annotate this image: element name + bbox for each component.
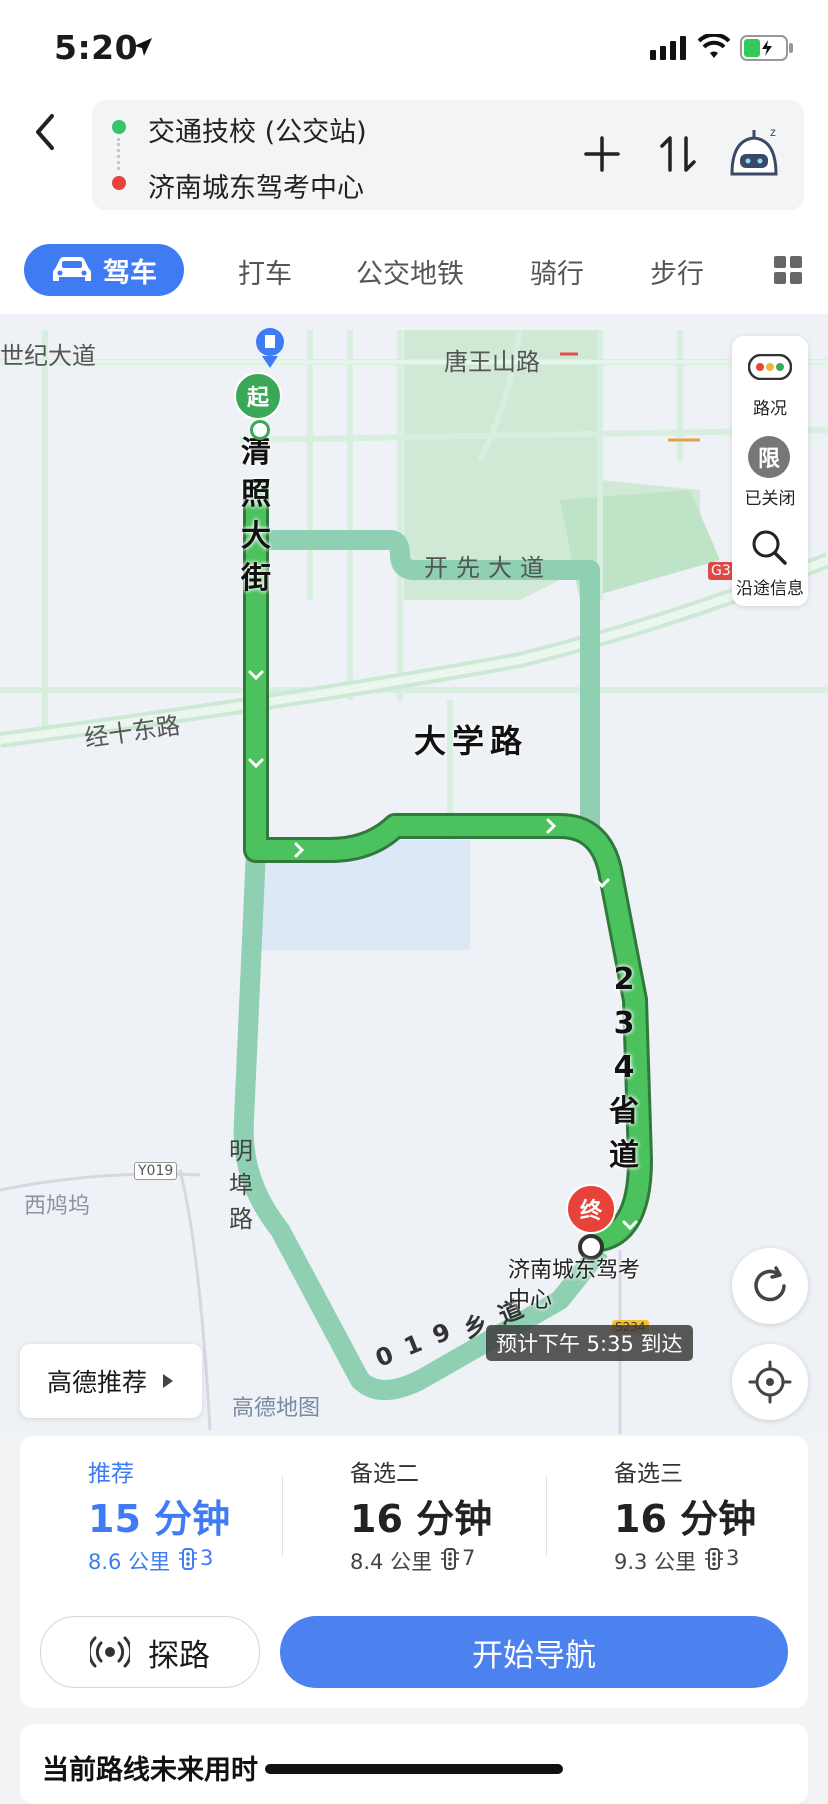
start-marker-label: 起 — [246, 386, 269, 411]
eta-badge: 预计下午 5:35 到达 — [486, 1325, 693, 1361]
more-modes-icon[interactable] — [774, 256, 802, 284]
route-label-minghan: 明 埠 路 — [226, 1134, 256, 1236]
end-marker-label: 终 — [579, 1199, 602, 1224]
route-option-distance: 8.4 公里 — [350, 1550, 433, 1574]
traffic-light-icon[interactable] — [748, 354, 792, 380]
crosshair-icon — [748, 1360, 792, 1404]
route-label-qingzhao-char: 大 — [241, 519, 271, 554]
route-option-lights: 3 — [200, 1546, 214, 1570]
route-option-lights: 3 — [726, 1546, 740, 1570]
route-option-distance: 8.6 公里 — [88, 1550, 171, 1574]
map-view[interactable]: 世纪大道 唐王山路 开先大道 经十东路 西鸠坞 Y019 G3 S234 高德地… — [0, 314, 828, 1434]
broadcast-icon — [90, 1636, 130, 1668]
start-navigation-button[interactable]: 开始导航 — [280, 1616, 788, 1688]
svg-text:z: z — [770, 125, 776, 139]
start-marker: 起 — [234, 372, 282, 420]
route-label-s234-char: 道 — [609, 1138, 639, 1173]
probe-route-button[interactable]: 探路 — [40, 1616, 260, 1688]
traffic-light-small-icon — [705, 1548, 723, 1570]
map-watermark: 高德地图 — [232, 1396, 321, 1421]
route-option-distance: 9.3 公里 — [614, 1550, 697, 1574]
route-option-tag: 备选二 — [350, 1461, 419, 1487]
route-label-s234-char: 4 — [613, 1050, 635, 1085]
route-label-s234-char: 3 — [613, 1006, 635, 1041]
locate-button[interactable] — [732, 1344, 808, 1420]
route-connector — [117, 138, 124, 170]
route-option-time: 16 分钟 — [350, 1497, 493, 1541]
restriction-icon[interactable]: 限 — [748, 436, 790, 478]
tab-bike[interactable]: 骑行 — [530, 252, 584, 291]
map-canvas — [0, 328, 828, 1434]
map-label-y019: Y019 — [134, 1162, 178, 1180]
tab-transit[interactable]: 公交地铁 — [356, 252, 464, 291]
destination-label: 济南城东驾考 中心 — [508, 1256, 640, 1316]
route-option-tag: 备选三 — [614, 1461, 683, 1487]
along-info-label[interactable]: 沿途信息 — [730, 574, 810, 599]
route-option-2[interactable]: 备选二 16 分钟 8.4 公里 7 — [350, 1454, 540, 1574]
destination-dot — [112, 176, 126, 190]
map-label-century-ave: 世纪大道 — [0, 342, 96, 370]
route-label-minghan-char: 埠 — [229, 1171, 253, 1199]
status-time: 5:20 — [54, 28, 139, 67]
route-option-time: 15 分钟 — [88, 1497, 231, 1541]
tab-taxi[interactable]: 打车 — [238, 252, 292, 291]
amap-recommend-label: 高德推荐 — [46, 1368, 147, 1397]
map-label-tangwangshan: 唐王山路 — [444, 348, 540, 376]
route-option-3[interactable]: 备选三 16 分钟 9.3 公里 3 — [614, 1454, 804, 1574]
destination-label-line: 济南城东驾考 — [508, 1258, 641, 1283]
add-waypoint-icon[interactable] — [584, 136, 620, 172]
car-icon — [53, 257, 91, 281]
end-marker: 终 — [566, 1184, 616, 1234]
home-indicator[interactable] — [265, 1764, 563, 1774]
play-triangle-icon — [163, 1374, 173, 1388]
traffic-toggle-label[interactable]: 路况 — [732, 394, 808, 419]
tab-drive[interactable]: 驾车 — [24, 244, 184, 296]
route-label-s234-char: 省 — [609, 1094, 639, 1129]
map-label-xihuwu: 西鸠坞 — [24, 1194, 91, 1219]
route-label-qingzhao: 清 照 大 街 — [238, 432, 274, 600]
amap-recommend-button[interactable]: 高德推荐 — [20, 1344, 202, 1418]
route-label-qingzhao-char: 街 — [241, 561, 271, 596]
route-label-qingzhao-char: 照 — [241, 477, 271, 512]
traffic-light-small-icon — [179, 1548, 197, 1570]
destination-field[interactable]: 济南城东驾考中心 — [148, 166, 364, 205]
route-divider — [282, 1476, 283, 1556]
route-option-tag: 推荐 — [88, 1461, 134, 1487]
start-point — [250, 420, 270, 440]
restriction-icon-text: 限 — [757, 447, 780, 472]
origin-dot — [112, 120, 126, 134]
search-icon[interactable] — [750, 528, 788, 566]
route-label-minghan-char: 路 — [229, 1205, 253, 1233]
battery-icon — [740, 35, 793, 61]
route-option-time: 16 分钟 — [614, 1497, 757, 1541]
restriction-label[interactable]: 已关闭 — [732, 484, 808, 509]
route-label-daxue: 大学路 — [414, 722, 529, 760]
tab-walk[interactable]: 步行 — [650, 252, 704, 291]
assistant-robot-icon[interactable]: z — [724, 124, 784, 184]
probe-route-label: 探路 — [148, 1637, 210, 1674]
refresh-button[interactable] — [732, 1248, 808, 1324]
destination-label-line: 中心 — [508, 1288, 553, 1313]
route-label-minghan-char: 明 — [229, 1137, 253, 1165]
location-arrow-icon — [134, 38, 152, 56]
back-icon[interactable] — [30, 112, 60, 152]
route-label-s234-char: 2 — [613, 962, 635, 997]
route-option-lights: 7 — [462, 1546, 476, 1570]
wifi-icon — [698, 34, 730, 58]
swap-icon[interactable] — [658, 134, 698, 174]
future-time-title: 当前路线未来用时 — [42, 1755, 258, 1786]
origin-field[interactable]: 交通技校 (公交站) — [148, 110, 367, 149]
traffic-light-small-icon — [441, 1548, 459, 1570]
refresh-icon — [754, 1266, 786, 1302]
signal-icon — [650, 36, 686, 60]
map-label-kaixian: 开先大道 — [424, 554, 552, 582]
route-divider — [546, 1476, 547, 1556]
route-option-1[interactable]: 推荐 15 分钟 8.6 公里 3 — [88, 1454, 278, 1574]
route-label-s234: 2 3 4 省 道 — [606, 958, 642, 1178]
tab-drive-label: 驾车 — [103, 257, 157, 289]
